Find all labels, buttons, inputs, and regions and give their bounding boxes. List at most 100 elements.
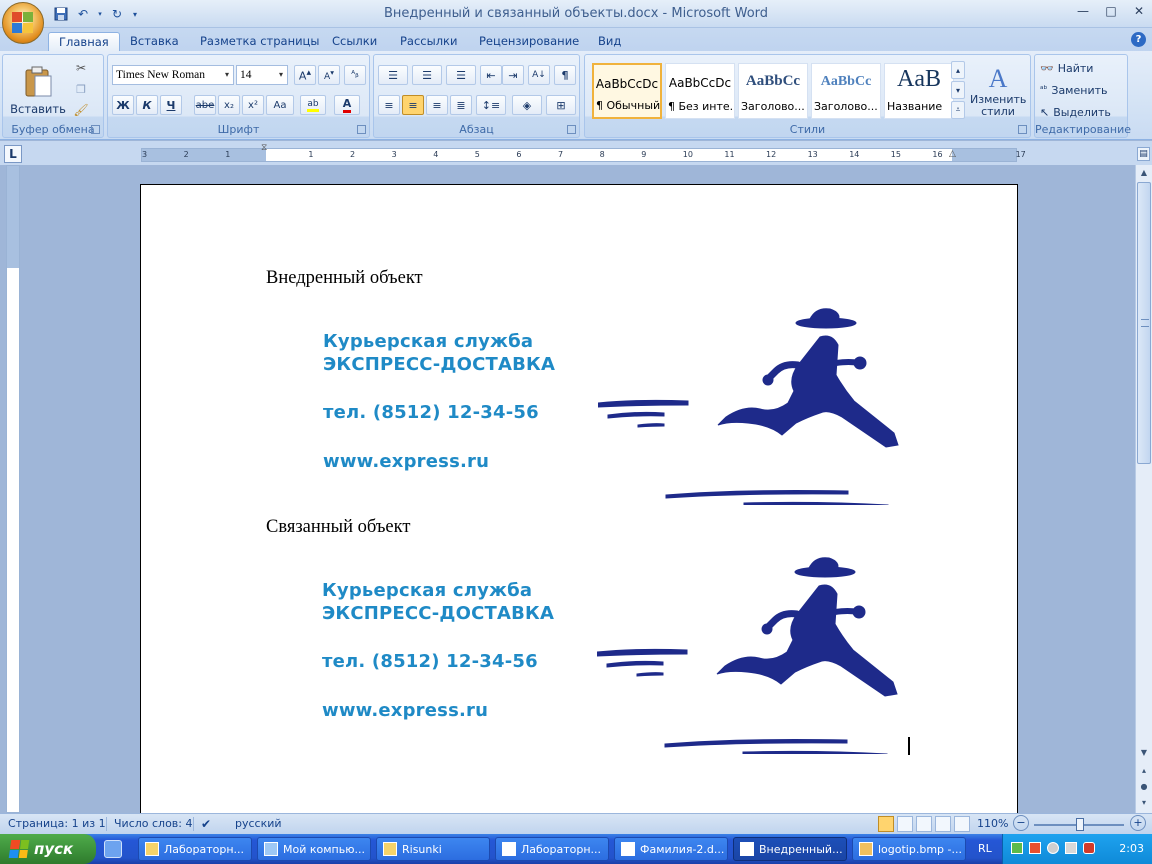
zoom-level[interactable]: 110% bbox=[977, 817, 1008, 830]
align-center-button[interactable]: ≡ bbox=[402, 95, 424, 115]
font-launcher-icon[interactable] bbox=[357, 125, 366, 134]
highlight-button[interactable]: ab bbox=[300, 95, 326, 115]
draft-view-icon[interactable] bbox=[954, 816, 970, 832]
tab-selector-icon[interactable]: L bbox=[4, 145, 22, 163]
style-title[interactable]: AaB Название bbox=[884, 63, 954, 119]
style-no-spacing[interactable]: AaBbCcDc ¶ Без инте... bbox=[665, 63, 735, 119]
styles-launcher-icon[interactable] bbox=[1018, 125, 1027, 134]
decrease-indent-button[interactable]: ⇤ bbox=[480, 65, 502, 85]
tab-review[interactable]: Рецензирование bbox=[469, 32, 589, 52]
network-icon[interactable] bbox=[1011, 842, 1023, 854]
taskbar-item-6[interactable]: Внедренный... bbox=[733, 837, 847, 861]
outline-view-icon[interactable] bbox=[935, 816, 951, 832]
zoom-in-icon[interactable]: + bbox=[1130, 815, 1146, 831]
replace-button[interactable]: ᵃᵇ Заменить bbox=[1039, 81, 1123, 99]
increase-indent-button[interactable]: ⇥ bbox=[502, 65, 524, 85]
language[interactable]: русский bbox=[235, 817, 282, 830]
find-button[interactable]: 👓 Найти bbox=[1039, 59, 1123, 77]
maximize-button[interactable]: □ bbox=[1102, 4, 1120, 20]
bullets-button[interactable]: ☰ bbox=[378, 65, 408, 85]
zoom-slider-thumb[interactable] bbox=[1076, 818, 1084, 831]
minimize-button[interactable]: — bbox=[1074, 4, 1092, 20]
linked-logo-object[interactable]: Курьерская служба ЭКСПРЕСС-ДОСТАВКА тел.… bbox=[322, 554, 912, 764]
antivirus-icon[interactable] bbox=[1047, 842, 1059, 854]
close-button[interactable]: ✕ bbox=[1130, 4, 1148, 20]
web-view-icon[interactable] bbox=[916, 816, 932, 832]
tab-mailings[interactable]: Рассылки bbox=[390, 32, 467, 52]
zoom-out-icon[interactable]: − bbox=[1013, 815, 1029, 831]
vertical-ruler[interactable] bbox=[6, 165, 20, 813]
change-styles-button[interactable]: A Изменить стили bbox=[969, 59, 1027, 123]
tab-home[interactable]: Главная bbox=[48, 32, 120, 52]
taskbar-item-4[interactable]: Лабораторн... bbox=[495, 837, 609, 861]
right-indent-marker-icon[interactable]: △ bbox=[949, 149, 959, 161]
subscript-button[interactable]: x₂ bbox=[218, 95, 240, 115]
quick-launch-icon[interactable] bbox=[104, 840, 122, 858]
taskbar-item-1[interactable]: Лабораторн... bbox=[138, 837, 252, 861]
prev-page-icon[interactable]: ▴ bbox=[1137, 763, 1151, 779]
reading-view-icon[interactable] bbox=[897, 816, 913, 832]
change-case-button[interactable]: Aa bbox=[266, 95, 294, 115]
taskbar-item-2[interactable]: Мой компью... bbox=[257, 837, 371, 861]
scroll-up-icon[interactable]: ▲ bbox=[1137, 165, 1151, 181]
line-spacing-button[interactable]: ↕≡ bbox=[476, 95, 506, 115]
tab-view[interactable]: Вид bbox=[588, 32, 631, 52]
language-indicator[interactable]: RL bbox=[978, 842, 992, 855]
style-heading-1[interactable]: AaBbCc Заголово... bbox=[738, 63, 808, 119]
taskbar-item-3[interactable]: Risunki bbox=[376, 837, 490, 861]
start-button[interactable]: пуск bbox=[0, 834, 96, 864]
paste-button[interactable]: Вставить bbox=[9, 59, 67, 123]
align-left-button[interactable]: ≡ bbox=[378, 95, 400, 115]
embedded-logo-object[interactable]: Курьерская служба ЭКСПРЕСС-ДОСТАВКА тел.… bbox=[323, 305, 913, 515]
styles-scroll-up-icon[interactable]: ▴ bbox=[951, 61, 965, 79]
help-icon[interactable]: ? bbox=[1131, 32, 1146, 47]
superscript-button[interactable]: x² bbox=[242, 95, 264, 115]
font-size-select[interactable]: 14 ▾ bbox=[236, 65, 288, 85]
tab-insert[interactable]: Вставка bbox=[120, 32, 189, 52]
styles-more-icon[interactable]: ⩡ bbox=[951, 101, 965, 119]
view-ruler-icon[interactable]: ▤ bbox=[1137, 147, 1150, 161]
spellcheck-icon[interactable]: ✔ bbox=[201, 817, 211, 831]
borders-button[interactable]: ⊞ bbox=[546, 95, 576, 115]
font-family-select[interactable]: Times New Roman ▾ bbox=[112, 65, 234, 85]
copy-icon[interactable]: ❐ bbox=[71, 80, 91, 98]
indent-marker-icon[interactable]: ⧖ bbox=[261, 143, 271, 167]
clock[interactable]: 2:03 bbox=[1119, 842, 1144, 855]
browse-object-icon[interactable]: ● bbox=[1137, 779, 1151, 795]
page-count[interactable]: Страница: 1 из 1 bbox=[8, 817, 106, 830]
bold-button[interactable]: Ж bbox=[112, 95, 134, 115]
taskbar-item-5[interactable]: Фамилия-2.d... bbox=[614, 837, 728, 861]
strikethrough-button[interactable]: abe bbox=[194, 95, 216, 115]
page[interactable]: Внедренный объект Курьерская служба ЭКСП… bbox=[140, 184, 1018, 813]
numbering-button[interactable]: ☰ bbox=[412, 65, 442, 85]
format-painter-icon[interactable]: 🖌 bbox=[71, 101, 91, 119]
scroll-down-icon[interactable]: ▼ bbox=[1137, 745, 1151, 761]
speaker-icon[interactable] bbox=[1065, 842, 1077, 854]
italic-button[interactable]: К bbox=[136, 95, 158, 115]
show-marks-button[interactable]: ¶ bbox=[554, 65, 576, 85]
next-page-icon[interactable]: ▾ bbox=[1137, 795, 1151, 811]
shrink-font-button[interactable]: A▾ bbox=[318, 65, 340, 85]
underline-button[interactable]: Ч bbox=[160, 95, 182, 115]
font-color-button[interactable]: A bbox=[334, 95, 360, 115]
cut-icon[interactable]: ✂ bbox=[71, 59, 91, 77]
horizontal-ruler[interactable]: 3 2 1 1 2 3 4 5 6 7 8 9 10 11 12 13 14 15 16 17 ⧖ △ bbox=[141, 143, 1026, 162]
clear-format-button[interactable]: ᴬᵦ bbox=[344, 65, 366, 85]
zoom-slider[interactable] bbox=[1034, 818, 1124, 831]
security-icon[interactable] bbox=[1029, 842, 1041, 854]
print-layout-view-icon[interactable] bbox=[878, 816, 894, 832]
style-heading-2[interactable]: AaBbCc Заголово... bbox=[811, 63, 881, 119]
select-button[interactable]: ↖ Выделить bbox=[1039, 103, 1123, 121]
clipboard-launcher-icon[interactable] bbox=[91, 125, 100, 134]
grow-font-button[interactable]: A▴ bbox=[294, 65, 316, 85]
word-count[interactable]: Число слов: 4 bbox=[114, 817, 193, 830]
tab-references[interactable]: Ссылки bbox=[322, 32, 387, 52]
multilevel-list-button[interactable]: ☰ bbox=[446, 65, 476, 85]
style-normal[interactable]: AaBbCcDc ¶ Обычный bbox=[592, 63, 662, 119]
shield-icon[interactable] bbox=[1083, 842, 1095, 854]
scroll-thumb[interactable] bbox=[1137, 182, 1151, 464]
paragraph-launcher-icon[interactable] bbox=[567, 125, 576, 134]
office-button[interactable] bbox=[2, 2, 44, 44]
styles-scroll-down-icon[interactable]: ▾ bbox=[951, 81, 965, 99]
shading-button[interactable]: ◈ bbox=[512, 95, 542, 115]
